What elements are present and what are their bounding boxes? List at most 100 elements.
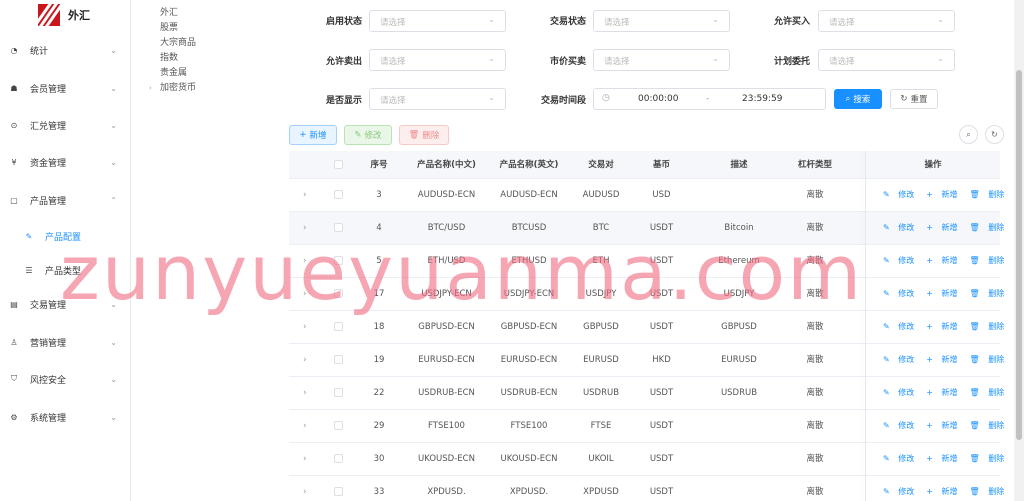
table-row[interactable]: › 4 BTC/USD BTCUSD BTC USDT Bitcoin 离散 ✎ 修改 + 新增 🗑… (289, 212, 1004, 245)
sidebar-item-1[interactable]: ☗ 会员管理 ⌄ (0, 78, 131, 98)
sidebar-item-7[interactable]: ▤ 交易管理 ⌄ (0, 294, 131, 314)
delete-button[interactable]: 🗑 删除 (399, 125, 449, 145)
row-checkbox[interactable] (334, 289, 343, 298)
table-row[interactable]: › 19 EURUSD-ECN EURUSD-ECN EURUSD HKD EURUSD 离散… (289, 344, 1004, 377)
expand-chevron-icon[interactable]: › (303, 377, 307, 409)
sidebar-item-3[interactable]: ¥ 资金管理 ⌄ (0, 152, 131, 172)
table-row[interactable]: › 22 USDRUB-ECN USDRUB-ECN USDRUB USDT USDRUB 离… (289, 377, 1004, 410)
row-delete-link[interactable]: 🗑 删除 (970, 388, 1011, 397)
expand-chevron-icon[interactable]: › (303, 443, 307, 475)
tree-node[interactable]: 贵金属 (149, 66, 269, 81)
row-add-link[interactable]: + 新增 (926, 190, 963, 199)
row-delete-link[interactable]: 🗑 删除 (970, 190, 1011, 199)
row-edit-link[interactable]: ✎ 修改 (883, 322, 920, 331)
row-checkbox[interactable] (334, 223, 343, 232)
row-delete-link[interactable]: 🗑 删除 (970, 322, 1011, 331)
expand-chevron-icon[interactable]: › (303, 212, 307, 244)
tree-node[interactable]: 大宗商品 (149, 36, 269, 51)
row-edit-link[interactable]: ✎ 修改 (883, 256, 920, 265)
reset-button[interactable]: ↻ 重置 (890, 89, 938, 109)
row-delete-link[interactable]: 🗑 删除 (970, 256, 1011, 265)
plan-order-select[interactable]: 请选择 ⌄ (818, 49, 955, 71)
table-row[interactable]: › 18 GBPUSD-ECN GBPUSD-ECN GBPUSD USDT GBPUSD 离… (289, 311, 1004, 344)
row-delete-link[interactable]: 🗑 删除 (970, 487, 1011, 496)
row-add-link[interactable]: + 新增 (926, 289, 963, 298)
sidebar-item-6[interactable]: ☰ 产品类型 (0, 260, 131, 280)
row-add-link[interactable]: + 新增 (926, 421, 963, 430)
expand-chevron-icon[interactable]: › (303, 476, 307, 501)
trade-status-select[interactable]: 请选择 ⌄ (593, 10, 730, 32)
sidebar-item-0[interactable]: ◔ 统计 ⌄ (0, 40, 131, 60)
tree-node-label: 股票 (160, 23, 179, 33)
row-add-link[interactable]: + 新增 (926, 487, 963, 496)
add-button[interactable]: + 新增 (289, 125, 337, 145)
table-row[interactable]: › 17 USDJPY-ECN USDJPY-ECN USDJPY USDT USDJPY 离… (289, 278, 1004, 311)
expand-chevron-icon[interactable]: › (303, 179, 307, 211)
search-button[interactable]: ⌕ 搜索 (834, 89, 882, 109)
tree-node[interactable]: 外汇 (149, 6, 269, 21)
sidebar-item-10[interactable]: ⚙ 系统管理 ⌄ (0, 407, 131, 427)
toggle-search-button[interactable]: ⌕ (959, 125, 978, 144)
sidebar-item-9[interactable]: ⛉ 风控安全 ⌄ (0, 369, 131, 389)
scroll-thumb[interactable] (1016, 70, 1022, 440)
sidebar-item-8[interactable]: ♙ 营销管理 ⌄ (0, 332, 131, 352)
page-scrollbar[interactable] (1014, 0, 1024, 501)
row-edit-link[interactable]: ✎ 修改 (883, 289, 920, 298)
tree-node[interactable]: 指数 (149, 51, 269, 66)
market-trade-select[interactable]: 请选择 ⌄ (593, 49, 730, 71)
row-edit-link[interactable]: ✎ 修改 (883, 454, 920, 463)
is-visible-select[interactable]: 请选择 ⌄ (369, 88, 506, 110)
expand-chevron-icon[interactable]: › (303, 245, 307, 277)
row-delete-link[interactable]: 🗑 删除 (970, 454, 1011, 463)
trade-period-range[interactable]: ◷ 00:00:00 - 23:59:59 (593, 88, 826, 110)
row-add-link[interactable]: + 新增 (926, 223, 963, 232)
table-row[interactable]: › 30 UKOUSD-ECN UKOUSD-ECN UKOIL USDT 离散 ✎ 修改 + … (289, 443, 1004, 476)
row-checkbox[interactable] (334, 388, 343, 397)
time-end-input[interactable]: 23:59:59 (742, 94, 782, 104)
table-row[interactable]: › 3 AUDUSD-ECN AUDUSD-ECN AUDUSD USD 离散 ✎ 修改 + 新… (289, 179, 1004, 212)
allow-buy-select[interactable]: 请选择 ⌄ (818, 10, 955, 32)
sidebar-item-2[interactable]: ⊙ 汇兑管理 ⌄ (0, 115, 131, 135)
row-add-link[interactable]: + 新增 (926, 355, 963, 364)
row-checkbox[interactable] (334, 454, 343, 463)
table-row[interactable]: › 29 FTSE100 FTSE100 FTSE USDT 离散 ✎ 修改 + 新增 🗑 删除 (289, 410, 1004, 443)
row-edit-link[interactable]: ✎ 修改 (883, 190, 920, 199)
expand-chevron-icon[interactable]: › (303, 278, 307, 310)
expand-chevron-icon[interactable]: › (303, 311, 307, 343)
row-delete-link[interactable]: 🗑 删除 (970, 289, 1011, 298)
edit-button[interactable]: ✎ 修改 (344, 125, 392, 145)
row-checkbox[interactable] (334, 487, 343, 496)
sidebar-item-5[interactable]: ✎ 产品配置 (0, 226, 131, 246)
row-delete-link[interactable]: 🗑 删除 (970, 421, 1011, 430)
row-add-link[interactable]: + 新增 (926, 454, 963, 463)
tree-node[interactable]: › 加密货币 (149, 81, 269, 96)
row-checkbox[interactable] (334, 322, 343, 331)
row-add-link[interactable]: + 新增 (926, 388, 963, 397)
row-edit-link[interactable]: ✎ 修改 (883, 421, 920, 430)
row-checkbox[interactable] (334, 355, 343, 364)
row-checkbox[interactable] (334, 421, 343, 430)
row-checkbox[interactable] (334, 256, 343, 265)
enable-status-select[interactable]: 请选择 ⌄ (369, 10, 506, 32)
row-add-link[interactable]: + 新增 (926, 322, 963, 331)
box-icon: ▢ (10, 195, 18, 205)
allow-sell-select[interactable]: 请选择 ⌄ (369, 49, 506, 71)
row-edit-link[interactable]: ✎ 修改 (883, 388, 920, 397)
row-delete-link[interactable]: 🗑 删除 (970, 355, 1011, 364)
row-edit-link[interactable]: ✎ 修改 (883, 223, 920, 232)
expand-chevron-icon[interactable]: › (303, 410, 307, 442)
row-add-link[interactable]: + 新增 (926, 256, 963, 265)
table-row[interactable]: › 5 ETH/USD ETHUSD ETH USDT Ethereum 离散 ✎ 修改 + 新增… (289, 245, 1004, 278)
expand-chevron-icon[interactable]: › (303, 344, 307, 376)
row-edit-link[interactable]: ✎ 修改 (883, 355, 920, 364)
sidebar-item-4[interactable]: ▢ 产品管理 ⌃ (0, 190, 131, 210)
row-edit-link[interactable]: ✎ 修改 (883, 487, 920, 496)
row-delete-link[interactable]: 🗑 删除 (970, 223, 1011, 232)
refresh-button[interactable]: ↻ (985, 125, 1004, 144)
logo[interactable]: 外汇 (0, 0, 130, 30)
time-start-input[interactable]: 00:00:00 (638, 94, 678, 104)
table-row[interactable]: › 33 XPDUSD. XPDUSD. XPDUSD USDT 离散 ✎ 修改 + 新增 🗑 删… (289, 476, 1004, 501)
tree-node[interactable]: 股票 (149, 21, 269, 36)
select-all-checkbox[interactable] (334, 160, 343, 169)
row-checkbox[interactable] (334, 190, 343, 199)
